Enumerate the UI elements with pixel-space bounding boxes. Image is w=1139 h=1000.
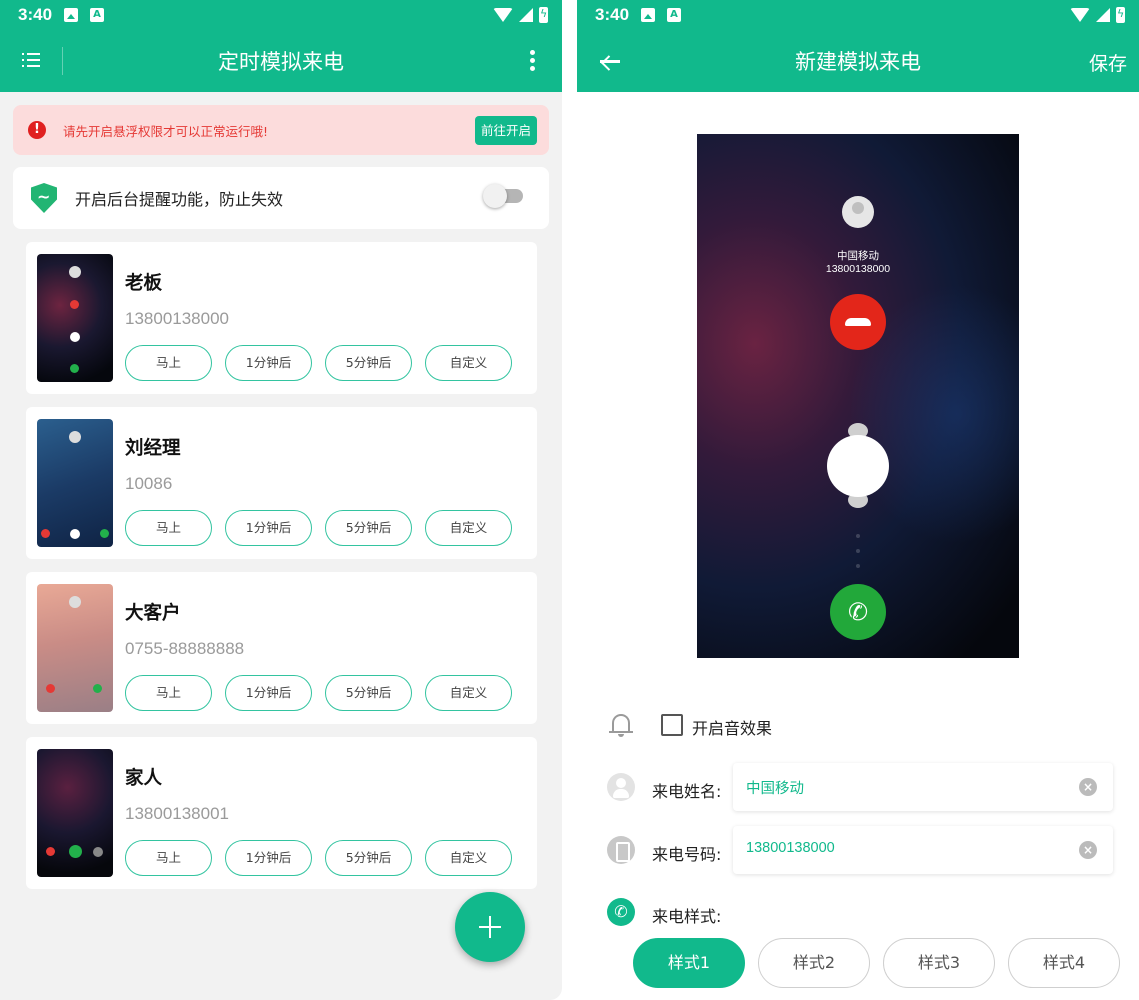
answer-call-icon: ✆ <box>830 584 886 640</box>
preview-caller-name: 中国移动 <box>837 250 879 262</box>
bell-icon <box>609 711 633 737</box>
phone-icon <box>607 836 635 864</box>
page-title: 定时模拟来电 <box>218 50 344 74</box>
save-button[interactable]: 保存 <box>1089 49 1127 76</box>
status-time: 3:40 <box>595 5 630 24</box>
call-style-thumbnail <box>37 584 113 712</box>
answer-slider-knob <box>827 435 889 497</box>
add-contact-button[interactable] <box>455 892 525 962</box>
app-bar: 新建模拟来电 保存 <box>577 30 1139 92</box>
permission-alert: ! 请先开启悬浮权限才可以正常运行哦! 前往开启 <box>13 105 549 155</box>
caller-name-label: 来电姓名: <box>652 782 722 801</box>
contact-name: 刘经理 <box>125 438 181 459</box>
call-style-options: 样式1 样式2 样式3 样式4 <box>633 938 1120 988</box>
caller-number-value: 13800138000 <box>746 840 835 856</box>
battery-icon <box>1116 7 1125 23</box>
app-bar: 定时模拟来电 <box>0 30 562 92</box>
call-5min-button[interactable]: 5分钟后 <box>325 345 412 381</box>
contact-card[interactable]: 家人 13800138001 马上 1分钟后 5分钟后 自定义 <box>26 737 537 889</box>
a-notification-icon: A <box>667 8 682 22</box>
wifi-icon <box>493 8 513 22</box>
status-bar: 3:40 A <box>577 0 1139 30</box>
call-custom-button[interactable]: 自定义 <box>425 510 512 546</box>
style-option-2[interactable]: 样式2 <box>758 938 870 988</box>
contact-card[interactable]: 大客户 0755-88888888 马上 1分钟后 5分钟后 自定义 <box>26 572 537 724</box>
call-style-thumbnail <box>37 749 113 877</box>
call-now-button[interactable]: 马上 <box>125 345 212 381</box>
call-1min-button[interactable]: 1分钟后 <box>225 675 312 711</box>
contact-phone: 0755-88888888 <box>125 639 245 658</box>
style-option-1[interactable]: 样式1 <box>633 938 745 988</box>
background-reminder-toggle[interactable] <box>483 184 523 208</box>
appbar-divider <box>62 47 63 75</box>
preview-caller-number: 13800138000 <box>825 263 891 275</box>
call-custom-button[interactable]: 自定义 <box>425 840 512 876</box>
caller-name-value: 中国移动 <box>746 781 804 797</box>
alert-text: 请先开启悬浮权限才可以正常运行哦! <box>63 123 269 139</box>
style-option-3[interactable]: 样式3 <box>883 938 995 988</box>
image-notification-icon <box>641 8 656 22</box>
call-1min-button[interactable]: 1分钟后 <box>225 510 312 546</box>
clear-icon[interactable]: × <box>1079 778 1097 796</box>
caller-number-label: 来电号码: <box>652 845 722 864</box>
background-reminder-card: 开启后台提醒功能，防止失效 <box>13 167 549 229</box>
call-now-button[interactable]: 马上 <box>125 840 212 876</box>
call-style-thumbnail <box>37 254 113 382</box>
caller-name-input[interactable]: 中国移动 × <box>733 763 1113 811</box>
call-custom-button[interactable]: 自定义 <box>425 345 512 381</box>
call-now-button[interactable]: 马上 <box>125 510 212 546</box>
call-style-thumbnail <box>37 419 113 547</box>
decline-call-icon <box>830 294 886 350</box>
call-style-label: 来电样式: <box>652 907 722 926</box>
shield-icon <box>31 183 57 213</box>
slider-track-dot <box>856 564 860 568</box>
caller-number-input[interactable]: 13800138000 × <box>733 826 1113 874</box>
contact-name: 老板 <box>125 273 163 294</box>
new-call-screen: 3:40 A 新建模拟来电 保存 中国移动 13800138000 ✆ 开启音效… <box>577 0 1139 1000</box>
call-custom-button[interactable]: 自定义 <box>425 675 512 711</box>
page-title: 新建模拟来电 <box>795 50 921 74</box>
style-option-4[interactable]: 样式4 <box>1008 938 1120 988</box>
more-options-icon[interactable] <box>530 50 536 72</box>
sound-effect-checkbox[interactable] <box>661 714 683 736</box>
contact-card[interactable]: 刘经理 10086 马上 1分钟后 5分钟后 自定义 <box>26 407 537 559</box>
call-1min-button[interactable]: 1分钟后 <box>225 840 312 876</box>
image-notification-icon <box>64 8 79 22</box>
signal-icon <box>1096 8 1110 22</box>
contact-phone: 13800138000 <box>125 309 230 328</box>
call-icon: ✆ <box>607 898 635 926</box>
a-notification-icon: A <box>90 8 105 22</box>
call-5min-button[interactable]: 5分钟后 <box>325 675 412 711</box>
contact-card[interactable]: 老板 13800138000 马上 1分钟后 5分钟后 自定义 <box>26 242 537 394</box>
slider-track-dot <box>856 534 860 538</box>
person-icon <box>607 773 635 801</box>
contact-name: 家人 <box>125 768 163 789</box>
call-now-button[interactable]: 马上 <box>125 675 212 711</box>
clear-icon[interactable]: × <box>1079 841 1097 859</box>
signal-icon <box>519 8 533 22</box>
call-preview: 中国移动 13800138000 ✆ <box>697 134 1019 658</box>
back-arrow-icon[interactable] <box>597 50 621 72</box>
contact-phone: 13800138001 <box>125 804 230 823</box>
call-5min-button[interactable]: 5分钟后 <box>325 840 412 876</box>
call-1min-button[interactable]: 1分钟后 <box>225 345 312 381</box>
enable-permission-button[interactable]: 前往开启 <box>474 115 537 145</box>
contact-list-screen: 3:40 A 定时模拟来电 ! 请先开启悬浮权限才可以正常运行哦! 前往开启 开… <box>0 0 562 1000</box>
error-icon: ! <box>28 121 46 139</box>
background-reminder-label: 开启后台提醒功能，防止失效 <box>75 190 284 209</box>
contact-name: 大客户 <box>125 603 181 624</box>
status-time: 3:40 <box>18 5 53 24</box>
battery-icon <box>539 7 548 23</box>
caller-avatar-icon <box>842 196 874 228</box>
sound-effect-label: 开启音效果 <box>692 719 773 738</box>
status-bar: 3:40 A <box>0 0 562 30</box>
call-5min-button[interactable]: 5分钟后 <box>325 510 412 546</box>
wifi-icon <box>1070 8 1090 22</box>
slider-track-dot <box>856 549 860 553</box>
menu-icon[interactable] <box>22 53 40 67</box>
contact-phone: 10086 <box>125 474 173 493</box>
